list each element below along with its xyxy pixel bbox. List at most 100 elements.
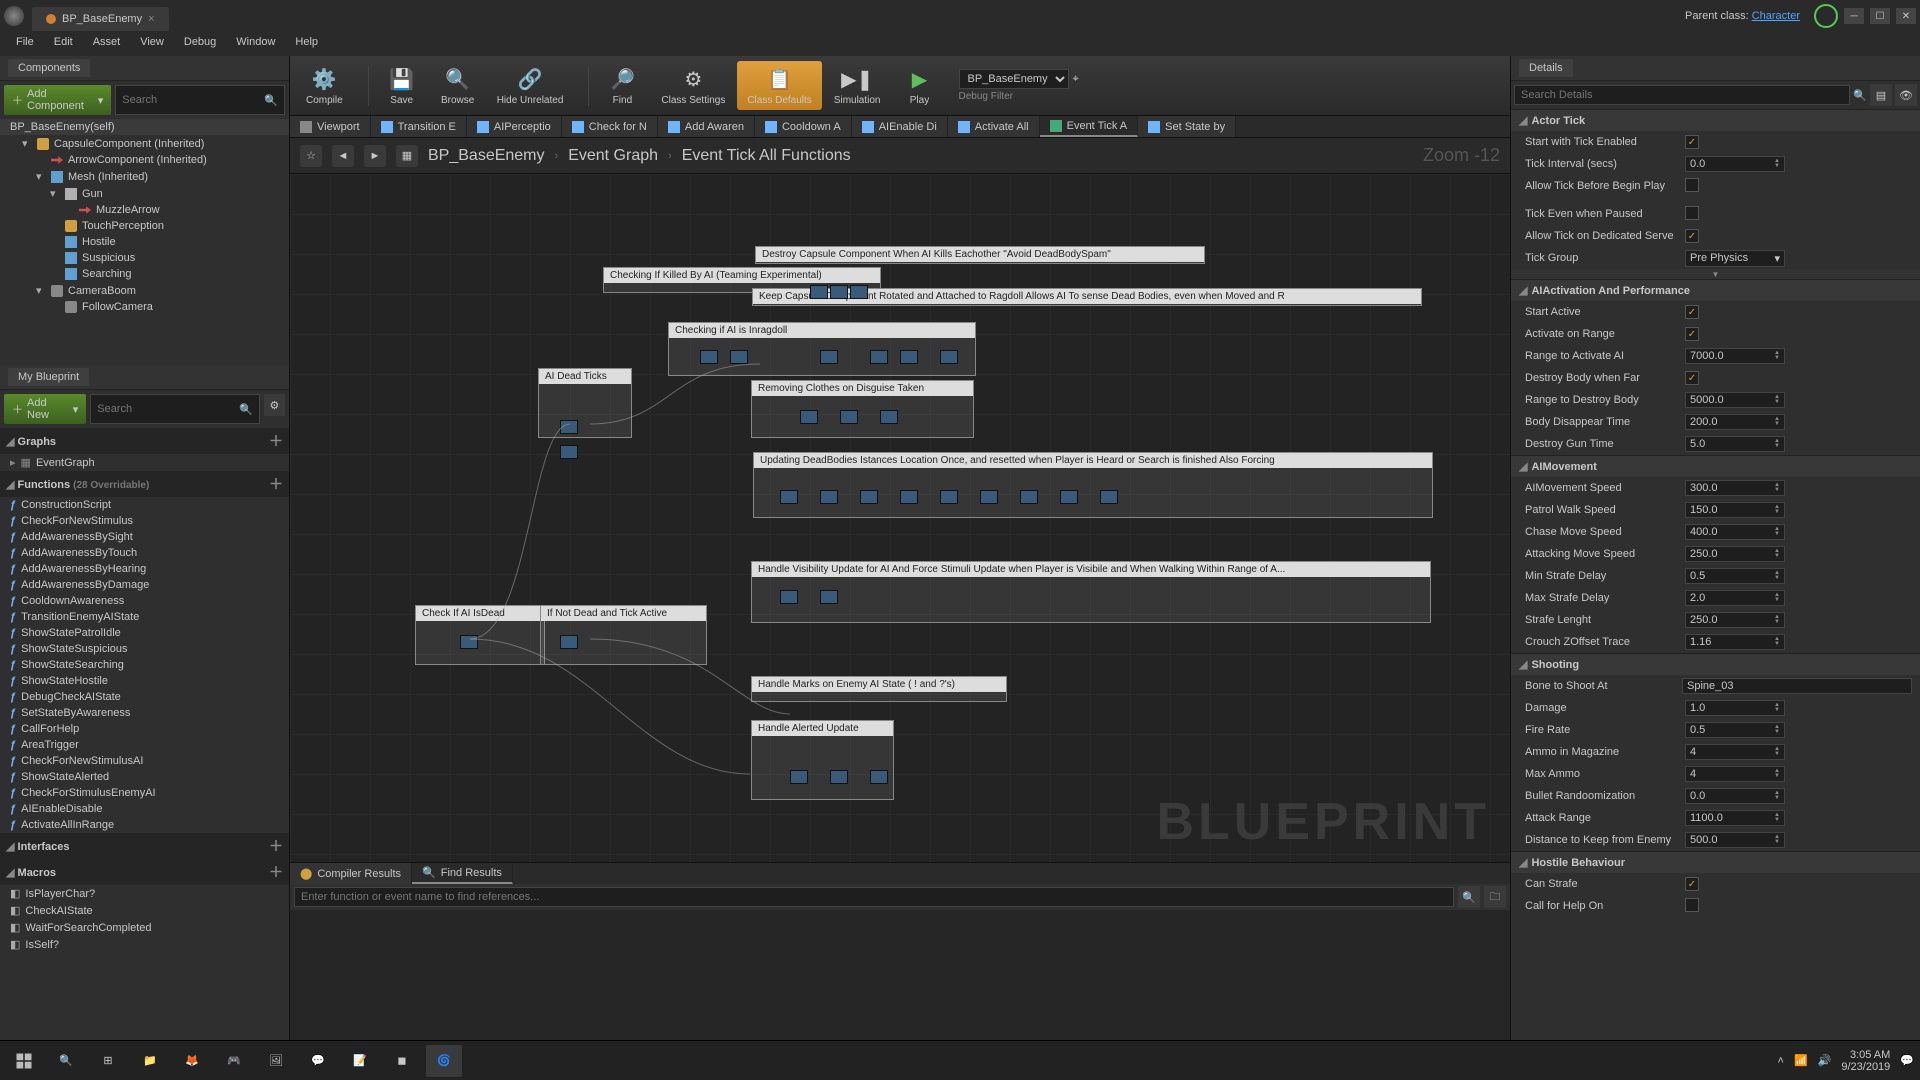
graph-node[interactable] (820, 350, 838, 364)
source-control-icon[interactable] (1814, 4, 1838, 28)
notes-icon[interactable]: 📝 (342, 1045, 378, 1077)
graph-node[interactable] (940, 350, 958, 364)
start-button[interactable] (6, 1045, 42, 1077)
function-item[interactable]: ƒ AddAwarenessByTouch (0, 545, 289, 561)
breadcrumb-root[interactable]: BP_BaseEnemy (428, 147, 545, 165)
number-input[interactable]: 1.0▲▼ (1685, 700, 1785, 716)
nav-forward-button[interactable]: ► (364, 145, 386, 167)
close-tab-icon[interactable]: × (148, 13, 154, 25)
minimize-button[interactable]: ─ (1844, 8, 1864, 24)
component-item[interactable]: ▾Gun (0, 185, 289, 202)
menu-window[interactable]: Window (226, 32, 285, 56)
find-in-all-icon[interactable]: 🗀 (1484, 886, 1506, 908)
checkbox[interactable] (1685, 206, 1699, 220)
number-input[interactable]: 200.0▲▼ (1685, 414, 1785, 430)
graph-tab[interactable]: Cooldown A (755, 116, 852, 137)
number-input[interactable]: 1.16▲▼ (1685, 634, 1785, 650)
graph-node[interactable] (1100, 490, 1118, 504)
graph-item[interactable]: ▸ ▦ EventGraph (0, 454, 289, 471)
graph-node[interactable] (700, 350, 718, 364)
graph-node[interactable] (830, 285, 848, 299)
component-item[interactable]: ▾CapsuleComponent (Inherited) (0, 135, 289, 152)
myblueprint-tab[interactable]: My Blueprint (8, 368, 89, 386)
find-scope-icon[interactable]: 🔍 (1458, 886, 1480, 908)
number-input[interactable]: 4▲▼ (1685, 744, 1785, 760)
graph-comment[interactable]: Handle Visibility Update for AI And Forc… (751, 561, 1431, 623)
graph-node[interactable] (1020, 490, 1038, 504)
graph-comment[interactable]: Updating DeadBodies Istances Location On… (753, 452, 1433, 518)
menu-view[interactable]: View (130, 32, 174, 56)
graph-node[interactable] (1060, 490, 1078, 504)
network-icon[interactable]: 📶 (1794, 1054, 1808, 1067)
section-header[interactable]: ◢ Macros＋ (0, 859, 289, 885)
graph-node[interactable] (820, 590, 838, 604)
graph-tab[interactable]: Activate All (948, 116, 1040, 137)
show-advanced-icon[interactable]: 👁 (1895, 84, 1917, 106)
expand-caret-icon[interactable]: ▾ (50, 187, 60, 200)
checkbox[interactable]: ✓ (1685, 229, 1699, 243)
combo-box[interactable]: Pre Physics▾ (1685, 250, 1785, 267)
graph-node[interactable] (780, 490, 798, 504)
number-input[interactable]: 0.5▲▼ (1685, 568, 1785, 584)
menu-edit[interactable]: Edit (44, 32, 83, 56)
add-component-button[interactable]: ＋ Add Component ▾ (4, 85, 111, 115)
expand-caret-icon[interactable]: ▾ (36, 170, 46, 183)
macro-item[interactable]: ◧ WaitForSearchCompleted (0, 919, 289, 936)
debug-object-select[interactable]: BP_BaseEnemy2 (959, 69, 1069, 89)
discord-icon[interactable]: 🎮 (216, 1045, 252, 1077)
graph-node[interactable] (800, 410, 818, 424)
graph-tab[interactable]: Check for N (562, 116, 658, 137)
macro-item[interactable]: ◧ CheckAIState (0, 902, 289, 919)
function-item[interactable]: ƒ SetStateByAwareness (0, 705, 289, 721)
graph-canvas[interactable]: BLUEPRINT Destroy Capsule Component When… (290, 174, 1510, 862)
find-references-input[interactable] (294, 887, 1454, 907)
graph-node[interactable] (790, 770, 808, 784)
expand-advanced-icon[interactable]: ▼ (1511, 269, 1920, 279)
add-to-section-icon[interactable]: ＋ (269, 836, 283, 856)
tray-expand-icon[interactable]: ˄ (1778, 1055, 1784, 1067)
myblueprint-search[interactable]: 🔍 (90, 394, 260, 424)
section-header[interactable]: ◢ Interfaces＋ (0, 833, 289, 859)
function-item[interactable]: ƒ ShowStateHostile (0, 673, 289, 689)
graph-node[interactable] (900, 490, 918, 504)
graph-node[interactable] (870, 770, 888, 784)
function-item[interactable]: ƒ AIEnableDisable (0, 801, 289, 817)
function-item[interactable]: ƒ ShowStateAlerted (0, 769, 289, 785)
file-explorer-icon[interactable]: 📁 (132, 1045, 168, 1077)
component-item[interactable]: Hostile (0, 234, 289, 250)
number-input[interactable]: 2.0▲▼ (1685, 590, 1785, 606)
compiler-results-tab[interactable]: ⬤Compiler Results (290, 863, 412, 884)
settings-icon[interactable]: ⚙ (264, 394, 285, 416)
save-button[interactable]: 💾Save (375, 61, 429, 110)
menu-asset[interactable]: Asset (83, 32, 131, 56)
epic-launcher-icon[interactable]: ◼ (384, 1045, 420, 1077)
details-category-header[interactable]: ◢ Actor Tick (1511, 109, 1920, 131)
graph-tab[interactable]: Add Awaren (658, 116, 755, 137)
document-tab[interactable]: BP_BaseEnemy × (32, 7, 169, 31)
class-settings-button[interactable]: ⚙Class Settings (651, 61, 735, 110)
graph-node[interactable] (870, 350, 888, 364)
number-input[interactable]: 300.0▲▼ (1685, 480, 1785, 496)
graph-node[interactable] (850, 285, 868, 299)
expand-caret-icon[interactable]: ▾ (36, 284, 46, 297)
graph-node[interactable] (780, 590, 798, 604)
find-button[interactable]: 🔎Find (595, 61, 649, 110)
number-input[interactable]: 400.0▲▼ (1685, 524, 1785, 540)
component-root[interactable]: BP_BaseEnemy(self) (0, 119, 289, 135)
notifications-icon[interactable]: 💬 (1900, 1054, 1914, 1067)
graph-node[interactable] (840, 410, 858, 424)
simulation-button[interactable]: ▶❚Simulation (824, 61, 891, 110)
maximize-button[interactable]: ☐ (1870, 8, 1890, 24)
section-header[interactable]: ◢ Functions (28 Overridable)＋ (0, 471, 289, 497)
details-category-header[interactable]: ◢ Hostile Behaviour (1511, 851, 1920, 873)
component-item[interactable]: ▾CameraBoom (0, 282, 289, 299)
function-item[interactable]: ƒ ShowStateSuspicious (0, 641, 289, 657)
number-input[interactable]: 250.0▲▼ (1685, 612, 1785, 628)
firefox-icon[interactable]: 🦊 (174, 1045, 210, 1077)
graph-node[interactable] (560, 420, 578, 434)
checkbox[interactable]: ✓ (1685, 305, 1699, 319)
function-item[interactable]: ƒ CallForHelp (0, 721, 289, 737)
number-input[interactable]: 0.0▲▼ (1685, 788, 1785, 804)
favorite-icon[interactable]: ☆ (300, 145, 322, 167)
checkbox[interactable]: ✓ (1685, 327, 1699, 341)
